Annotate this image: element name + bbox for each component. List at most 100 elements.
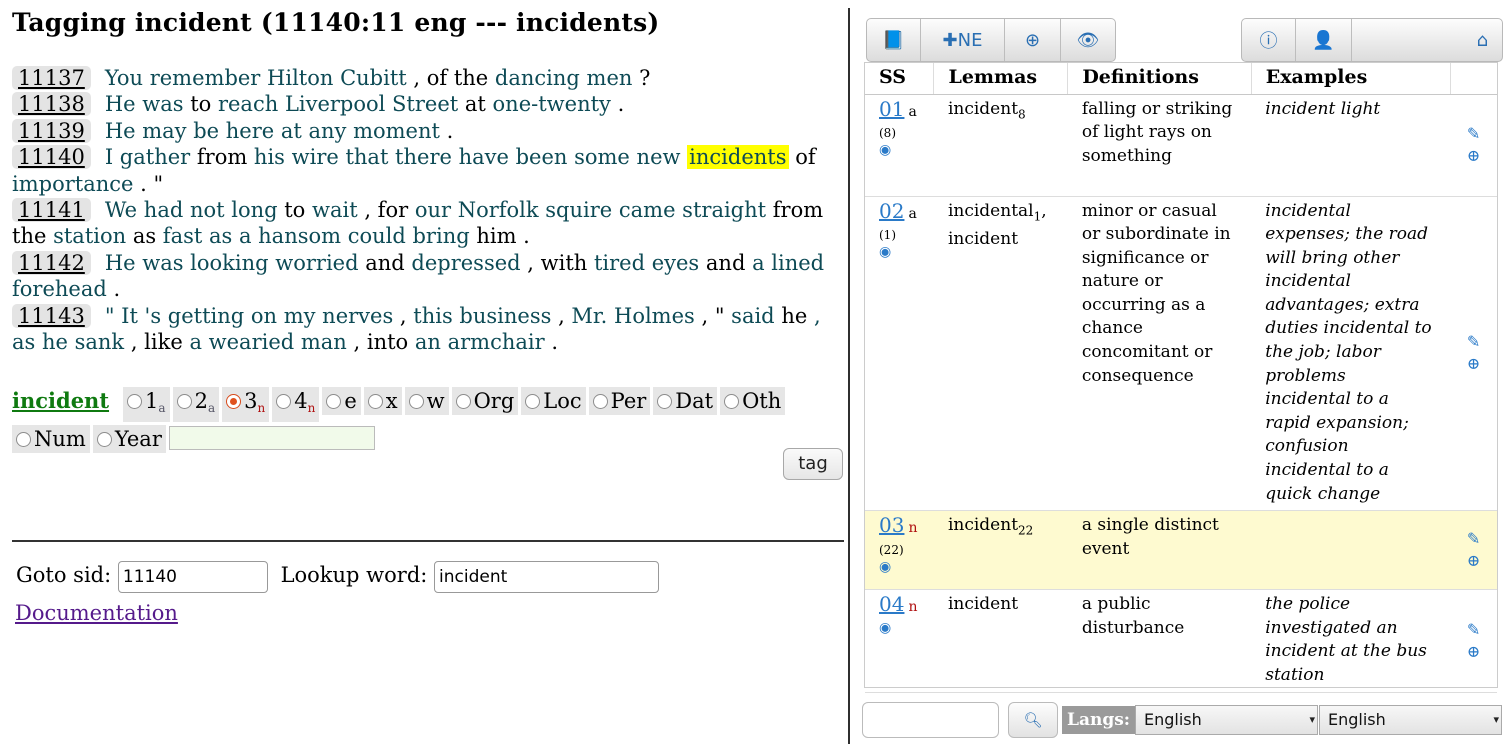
sentence-token[interactable]: a wearied man [189, 330, 346, 354]
radio-button[interactable] [592, 394, 608, 409]
sentence-token[interactable]: fast as a hansom could bring [163, 224, 470, 248]
tag-option[interactable]: Org [451, 387, 519, 415]
sentence-token[interactable]: remember [150, 66, 261, 90]
lookup-word-input[interactable] [434, 561, 660, 593]
book-button[interactable]: 📘 [867, 19, 921, 61]
edit-icon[interactable]: ✎ [1450, 619, 1497, 641]
tag-comment-field[interactable] [168, 426, 375, 450]
sentence-token[interactable]: at any moment [281, 119, 440, 143]
sentence-id-link[interactable]: 11140 [12, 145, 91, 170]
language-select-2[interactable]: English ▾ [1319, 705, 1502, 735]
sentence-token[interactable]: He [105, 92, 136, 116]
search-button[interactable]: 🔍︎ [1008, 702, 1058, 738]
radio-button[interactable] [276, 394, 292, 409]
eye-slash-icon[interactable]: ◉ [879, 559, 920, 575]
tag-button[interactable]: tag [783, 448, 843, 480]
radio-button[interactable] [127, 394, 143, 409]
radio-button[interactable] [408, 394, 424, 409]
sentence-token[interactable]: his [254, 145, 285, 169]
tag-option[interactable]: 3n [222, 387, 270, 422]
radio-button[interactable] [525, 394, 541, 409]
sense-search-input[interactable] [862, 702, 999, 738]
plus-button[interactable]: ✚ NE [921, 19, 1005, 61]
tag-option[interactable]: 4n [272, 387, 320, 422]
radio-button[interactable] [367, 394, 383, 409]
sentence-token[interactable]: one-twenty [493, 92, 611, 116]
sentence-token[interactable]: may be here [136, 119, 281, 143]
tag-option[interactable]: x [363, 387, 402, 415]
edit-icon[interactable]: ✎ [1450, 528, 1497, 550]
sentence-id-link[interactable]: 11142 [12, 250, 91, 275]
target-lemma-link[interactable]: incident [12, 388, 109, 413]
sentence-token[interactable]: station [53, 224, 126, 248]
sentence-id-link[interactable]: 11141 [12, 198, 91, 223]
sentence-token[interactable]: this business [413, 304, 551, 328]
sentence-token[interactable]: wait [312, 198, 358, 222]
sentence-token[interactable]: dancing men [495, 66, 632, 90]
tag-option[interactable]: 2a [172, 387, 220, 422]
radio-button[interactable] [16, 432, 31, 447]
sense-number-link[interactable]: 01 [879, 97, 904, 121]
plus-circle-icon[interactable]: ⊕ [1450, 550, 1497, 572]
eye-button[interactable]: 👁 [1061, 19, 1115, 61]
sentence-token[interactable]: We had not long [105, 198, 278, 222]
radio-button[interactable] [455, 394, 471, 409]
sense-number-link[interactable]: 04 [879, 592, 904, 616]
sentence-token[interactable]: said [731, 304, 774, 328]
eye-slash-icon[interactable]: ◉ [879, 620, 920, 636]
sentence-token[interactable]: our Norfolk squire came straight [415, 198, 766, 222]
target-word[interactable]: incidents [687, 145, 789, 170]
edit-icon[interactable]: ✎ [1450, 123, 1497, 145]
sentence-token[interactable]: gather [120, 145, 190, 169]
radio-button[interactable] [96, 432, 112, 447]
sentence-id-link[interactable]: 11137 [12, 66, 91, 90]
radio-button[interactable] [724, 394, 740, 409]
sentence-token[interactable]: You [105, 66, 143, 90]
documentation-link[interactable]: Documentation [15, 601, 178, 625]
plus-circle-icon[interactable]: ⊕ [1450, 145, 1497, 167]
sentence-id-link[interactable]: 11143 [12, 303, 91, 328]
plus-circle-icon[interactable]: ⊕ [1450, 353, 1497, 375]
home-button[interactable]: ⌂ [1352, 19, 1502, 61]
tag-option[interactable]: Oth [720, 387, 786, 415]
tag-option[interactable]: e [322, 387, 361, 415]
sentence-token[interactable]: was [136, 92, 191, 116]
tag-option[interactable]: Year [92, 425, 166, 453]
sentence-token[interactable]: He was looking worried [105, 251, 359, 275]
sentence-token[interactable]: depressed [411, 251, 520, 275]
sentence-token[interactable]: tired eyes [594, 251, 699, 275]
goto-sid-input[interactable] [117, 561, 268, 593]
tag-option[interactable]: Dat [653, 387, 718, 415]
user-button[interactable]: 👤 [1296, 19, 1352, 61]
sentence-token[interactable]: reach [218, 92, 278, 116]
tag-option[interactable]: w [404, 387, 449, 415]
radio-button[interactable] [226, 394, 242, 409]
sentence-token[interactable]: He [105, 119, 136, 143]
edit-icon[interactable]: ✎ [1450, 331, 1497, 353]
tag-option[interactable]: Loc [521, 387, 586, 415]
sense-number-link[interactable]: 02 [879, 199, 904, 223]
sentence-token[interactable]: a [752, 251, 765, 275]
sense-number-link[interactable]: 03 [879, 513, 904, 537]
radio-button[interactable] [326, 394, 342, 409]
sentence-token[interactable]: Hilton Cubitt [267, 66, 407, 90]
sentence-token[interactable]: Mr. Holmes [571, 304, 694, 328]
sentence-token[interactable]: wire that there have been some new [285, 145, 687, 169]
sentence-token[interactable]: I [105, 145, 113, 169]
sentence-id-link[interactable]: 11138 [12, 92, 91, 117]
tag-option[interactable]: 1a [123, 387, 170, 422]
plus-circle-icon[interactable]: ⊕ [1450, 641, 1497, 663]
language-select-1[interactable]: English ▾ [1135, 705, 1318, 735]
radio-button[interactable] [657, 394, 673, 409]
eye-slash-icon[interactable]: ◉ [879, 244, 920, 260]
sentence-token[interactable]: Liverpool Street [285, 92, 458, 116]
tag-option[interactable]: Num [12, 425, 90, 453]
sentence-token[interactable]: importance [12, 172, 133, 196]
sentence-id-link[interactable]: 11139 [12, 118, 91, 143]
radio-button[interactable] [176, 394, 192, 409]
eye-slash-icon[interactable]: ◉ [879, 142, 920, 158]
plus-circle-button[interactable]: ⊕ [1005, 19, 1061, 61]
sentence-token[interactable]: an armchair [415, 330, 545, 354]
info-button[interactable]: ⓘ [1242, 19, 1296, 61]
sentence-token[interactable]: sank [75, 330, 125, 354]
